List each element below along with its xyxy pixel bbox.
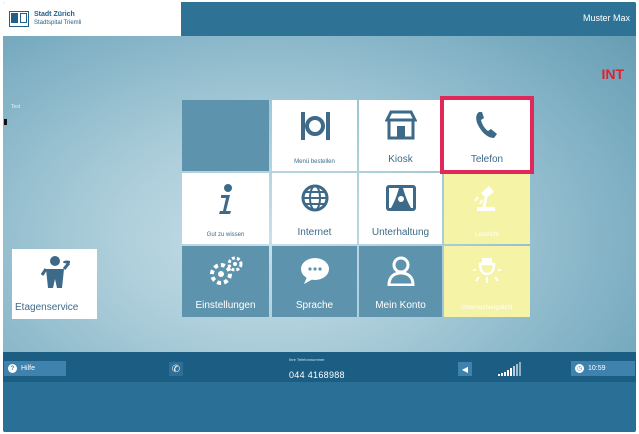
bottom-panel [3, 382, 636, 432]
volume-level-icon[interactable] [498, 362, 524, 376]
clock-icon: ◷ [575, 364, 584, 373]
blank-tile [182, 100, 269, 171]
clock-time: 10:59 [588, 365, 606, 372]
user-icon [386, 256, 415, 286]
mouse-cursor [4, 119, 7, 125]
tile-etagenservice[interactable]: Etagenservice [12, 249, 97, 319]
help-icon: ? [8, 364, 17, 373]
user-name[interactable]: Muster Max [583, 13, 630, 23]
side-label: Test [11, 104, 21, 110]
kiosk-screen: Stadt Zürich Stadtspital Triemli Muster … [3, 2, 636, 432]
help-label: Hilfe [21, 365, 36, 372]
tile-leselicht-label: Leselicht [475, 232, 499, 238]
tile-menu[interactable]: Menü bestellen [272, 100, 357, 171]
clock: ◷ 10:59 [571, 361, 635, 376]
tile-unterhaltung[interactable]: Unterhaltung [359, 173, 442, 244]
tile-untersuchungslicht[interactable]: Untersuchungslicht [444, 246, 530, 317]
tile-kiosk-label: Kiosk [388, 154, 413, 165]
theater-icon [385, 185, 416, 211]
tile-internet[interactable]: Internet [272, 173, 357, 244]
top-bar: Stadt Zürich Stadtspital Triemli Muster … [3, 2, 636, 36]
info-icon [218, 184, 232, 214]
tile-unterhaltung-label: Unterhaltung [371, 227, 430, 238]
tile-konto-label: Mein Konto [375, 300, 426, 311]
tile-untersuchungslicht-label: Untersuchungslicht [461, 305, 513, 311]
city-logo-icon [9, 11, 29, 27]
cutlery-icon [300, 112, 330, 140]
help-button[interactable]: ? Hilfe [4, 361, 66, 376]
globe-icon [301, 184, 328, 212]
tile-menu-label: Menü bestellen [294, 159, 335, 165]
tile-einstellungen-label: Einstellungen [195, 300, 256, 311]
tile-leselicht[interactable]: Leselicht [444, 173, 530, 244]
logo-subtitle: Stadtspital Triemli [34, 20, 82, 26]
tile-sprache-label: Sprache [295, 300, 334, 311]
selected-tile-highlight [440, 96, 534, 174]
phone-number: 044 4168988 [289, 370, 345, 380]
shop-icon [384, 110, 417, 140]
phone-number-caption: Ihre Telefonnummer [289, 357, 325, 362]
gears-icon [209, 256, 242, 285]
tile-internet-label: Internet [297, 227, 332, 238]
volume-icon[interactable]: ◀ [458, 362, 472, 376]
phone-handset-icon[interactable]: ✆ [169, 362, 183, 376]
waiter-icon [40, 256, 70, 288]
light-bulb-icon [473, 258, 501, 283]
tile-info[interactable]: Gut zu wissen [182, 173, 269, 244]
speech-bubble-icon [300, 258, 329, 284]
tile-sprache[interactable]: Sprache [272, 246, 357, 317]
logo-title: Stadt Zürich [34, 11, 75, 18]
tile-kiosk[interactable]: Kiosk [359, 100, 442, 171]
tile-einstellungen[interactable]: Einstellungen [182, 246, 269, 317]
reading-lamp-icon [474, 186, 495, 211]
tile-konto[interactable]: Mein Konto [359, 246, 442, 317]
logo: Stadt Zürich Stadtspital Triemli [3, 2, 181, 36]
tile-etagenservice-label: Etagenservice [15, 302, 79, 313]
int-badge: INT [601, 66, 624, 82]
tile-info-label: Gut zu wissen [206, 232, 245, 238]
